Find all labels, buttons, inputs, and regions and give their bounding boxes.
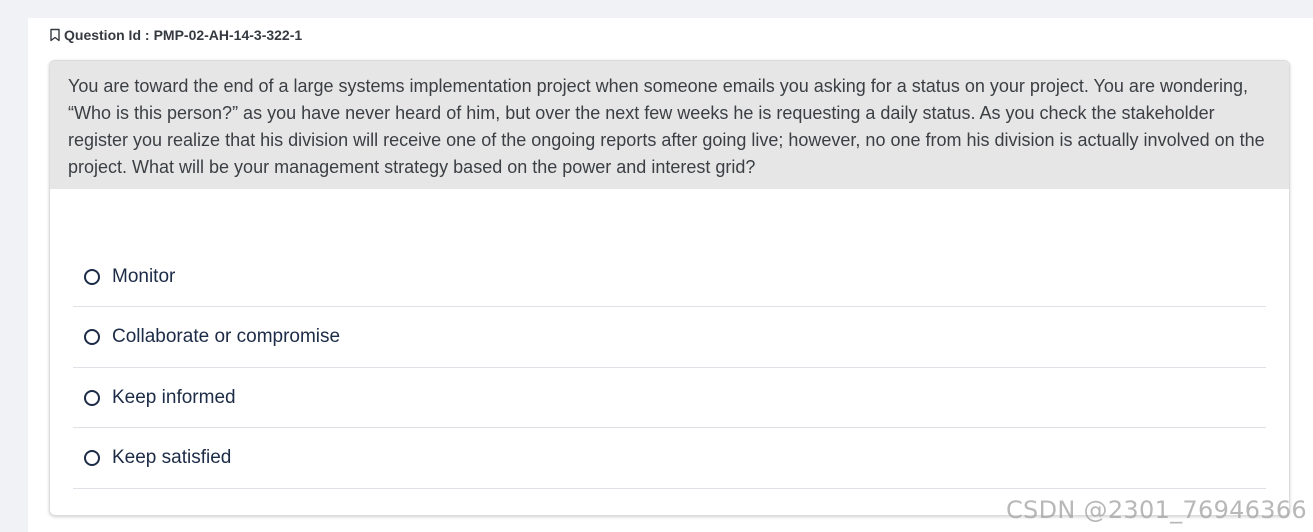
question-text: You are toward the end of a large system… [50,61,1289,189]
answer-option-collaborate[interactable]: Collaborate or compromise [73,308,1266,368]
answer-option-keep-satisfied[interactable]: Keep satisfied [73,429,1266,489]
watermark: CSDN @2301_76946366 [1006,496,1307,524]
question-page: Question Id : PMP-02-AH-14-3-322-1 You a… [28,18,1313,532]
answer-option-label: Keep satisfied [112,447,232,469]
bookmark-icon[interactable] [49,28,61,42]
radio-icon[interactable] [84,450,100,467]
question-id-value: PMP-02-AH-14-3-322-1 [153,27,303,43]
answer-option-label: Collaborate or compromise [112,326,341,348]
answer-option-label: Keep informed [112,386,236,408]
answer-option-monitor[interactable]: Monitor [73,247,1266,308]
answer-option-label: Monitor [112,265,176,287]
radio-icon[interactable] [84,389,100,406]
question-id-row: Question Id : PMP-02-AH-14-3-322-1 [49,27,302,43]
question-card: You are toward the end of a large system… [49,60,1290,516]
radio-icon[interactable] [84,329,100,346]
answer-option-keep-informed[interactable]: Keep informed [73,368,1266,429]
answer-options: Monitor Collaborate or compromise Keep i… [73,247,1266,489]
radio-icon[interactable] [84,268,100,285]
question-id-label: Question Id : [64,27,150,43]
